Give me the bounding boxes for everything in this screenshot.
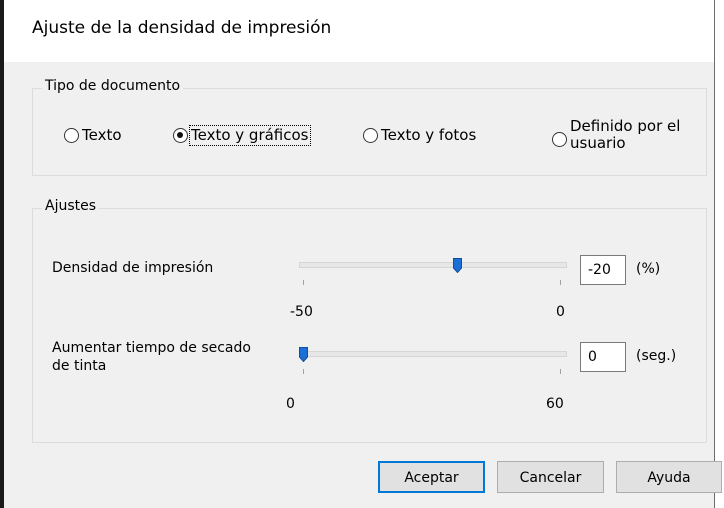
dry-time-slider-thumb[interactable] [298,347,308,362]
dry-time-tick-max [560,369,561,374]
dry-time-label-line1: Aumentar tiempo de secado [52,340,251,356]
radio-texto-fotos-label: Texto y fotos [381,126,477,144]
cancel-button[interactable]: Cancelar [497,461,604,493]
dry-time-label-line2: de tinta [52,358,107,374]
dry-time-tick-min [303,369,304,374]
radio-definido-usuario-label-line1: Definido por el [570,117,681,135]
window-edge-right [714,0,724,508]
dry-time-label: Aumentar tiempo de secado de tinta [52,339,251,375]
dry-time-slider-track[interactable] [299,351,567,357]
radio-texto[interactable]: Texto [64,127,122,144]
title-bar[interactable]: Ajuste de la densidad de impresión [4,0,714,62]
radio-texto-fotos-indicator[interactable] [363,128,378,143]
document-type-legend: Tipo de documento [42,78,184,94]
dry-time-max-label: 60 [546,396,564,412]
radio-texto-graficos-indicator[interactable] [173,128,188,143]
radio-texto-label: Texto [82,126,122,144]
density-value-field[interactable]: -20 [580,255,626,285]
density-tick-max [560,280,561,285]
density-max-label: 0 [556,304,565,320]
help-button[interactable]: Ayuda [616,461,722,493]
radio-texto-graficos[interactable]: Texto y gráficos [173,125,311,146]
density-label: Densidad de impresión [52,260,214,276]
dry-time-min-label: 0 [286,396,295,412]
density-tick-min [303,280,304,285]
radio-definido-usuario[interactable]: Definido por el usuario [552,118,680,152]
radio-definido-usuario-indicator[interactable] [552,132,567,147]
ok-button[interactable]: Aceptar [378,461,485,493]
density-unit: (%) [636,261,661,277]
radio-definido-usuario-label-line2: usuario [570,134,626,152]
radio-definido-usuario-label: Definido por el usuario [570,118,680,152]
radio-texto-graficos-label: Texto y gráficos [189,125,311,146]
density-slider-thumb[interactable] [452,258,462,273]
dry-time-value-field[interactable]: 0 [580,342,626,372]
density-min-label: -50 [290,304,313,320]
settings-group [32,208,707,443]
radio-texto-indicator[interactable] [64,128,79,143]
density-slider-track[interactable] [299,262,567,268]
radio-texto-fotos[interactable]: Texto y fotos [363,127,476,144]
settings-legend: Ajustes [42,198,100,214]
dialog-title: Ajuste de la densidad de impresión [32,18,332,38]
dry-time-unit: (seg.) [636,348,677,364]
